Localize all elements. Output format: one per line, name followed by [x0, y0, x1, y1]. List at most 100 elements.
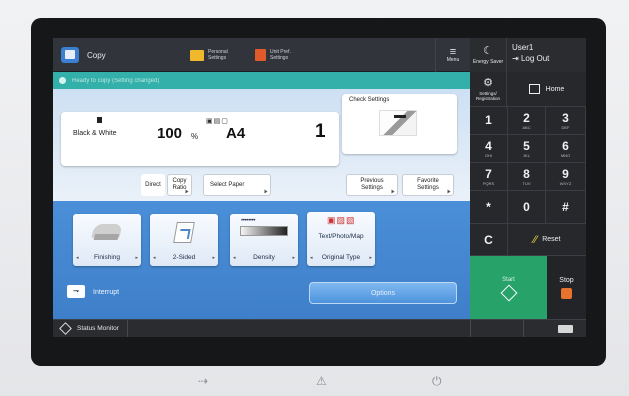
key-letters: ABC	[522, 124, 531, 130]
reset-button[interactable]: ⁄⁄ Reset	[508, 224, 586, 256]
copy-ratio-label-1: Copy	[172, 178, 187, 184]
select-paper-button[interactable]: Select Paper	[203, 174, 271, 196]
home-button[interactable]: Home	[507, 72, 586, 107]
power-icon[interactable]: ⏻	[432, 374, 442, 389]
interrupt-icon[interactable]: ⇁	[67, 285, 85, 298]
top-bar: Copy Personal Settings Unit Pref. Settin…	[53, 38, 470, 72]
key-letters: MNO	[560, 152, 571, 158]
paper-size: A4	[226, 125, 246, 142]
settings-registration-button[interactable]: ⚙ Settings/ Registration	[470, 72, 507, 107]
key-star[interactable]: *	[470, 191, 508, 224]
key-3[interactable]: 3 DEF	[546, 107, 586, 135]
original-type-caption: Text/Photo/Map	[318, 233, 364, 240]
start-icon	[500, 284, 517, 301]
unit-settings-button[interactable]: Unit Pref. Settings	[255, 38, 291, 72]
login-arrow-icon[interactable]: ⇢	[198, 374, 208, 388]
two-sided-label: 2-Sided	[172, 254, 196, 261]
key-4[interactable]: 4 GHI	[470, 135, 508, 163]
key-0[interactable]: 0	[508, 191, 546, 224]
key-digit: 1	[485, 113, 492, 127]
key-1[interactable]: 1	[470, 107, 508, 135]
favorite-settings-label-1: Favorite	[417, 178, 439, 184]
key-digit: 4	[485, 138, 492, 153]
copy-settings-area: Black & White 100 % ▣▤▢ A4 1 Check Setti…	[53, 89, 470, 201]
key-digit: 9	[562, 166, 569, 181]
gear-icon: ⚙	[483, 76, 493, 89]
key-9[interactable]: 9 WXYZ	[546, 163, 586, 191]
copy-ratio-button[interactable]: Copy Ratio	[167, 174, 192, 196]
key-letters: DEF	[561, 124, 570, 130]
black-white-icon	[97, 117, 102, 123]
logout-icon: ⇥	[512, 54, 521, 63]
start-button[interactable]: Start	[470, 256, 547, 319]
preview-thumbnail-icon	[379, 110, 417, 136]
status-divider	[470, 320, 471, 337]
favorite-settings-button[interactable]: Favorite Settings	[402, 174, 454, 196]
copy-ratio-unit: %	[191, 132, 199, 141]
copy-icon	[61, 47, 79, 63]
density-button[interactable]: ◂ Density ▸	[230, 214, 298, 266]
two-sided-button[interactable]: ◂ 2-Sided ▸	[150, 214, 218, 266]
finishing-icon	[91, 224, 123, 238]
basic-settings-card[interactable]	[61, 112, 339, 166]
finishing-label: Finishing	[93, 254, 120, 261]
status-monitor-icon	[59, 322, 72, 335]
personal-settings-label-2: Settings	[208, 55, 227, 61]
menu-label: Menu	[446, 57, 460, 63]
select-paper-label: Select Paper	[210, 181, 245, 188]
status-message: Ready to copy (Setting changed)	[72, 77, 160, 84]
status-strip: Ready to copy (Setting changed)	[53, 72, 470, 89]
keyboard-icon[interactable]	[558, 325, 573, 333]
copy-app-button[interactable]: Copy	[61, 38, 106, 72]
start-label: Start	[502, 276, 515, 283]
key-5[interactable]: 5 JKL	[508, 135, 546, 163]
options-label: Options	[370, 289, 396, 297]
menu-button[interactable]: ≡ Menu	[435, 38, 470, 72]
key-digit: *	[486, 200, 491, 214]
home-label: Home	[545, 85, 565, 93]
touch-screen: Copy Personal Settings Unit Pref. Settin…	[53, 38, 586, 337]
key-clear[interactable]: C	[470, 224, 508, 256]
key-digit: 5	[523, 138, 530, 153]
key-letters: PQRS	[482, 180, 495, 186]
top-right-area: ☾ Energy Saver User1 ⇥ Log Out	[470, 38, 586, 72]
finishing-button[interactable]: ◂ Finishing ▸	[73, 214, 141, 266]
check-settings-label: Check Settings	[349, 97, 390, 103]
copy-app-label: Copy	[87, 50, 106, 60]
interrupt-label: Interrupt	[93, 289, 120, 296]
density-icon	[240, 218, 288, 236]
status-dot-icon	[59, 77, 66, 84]
moon-icon: ☾	[483, 44, 493, 57]
previous-settings-label-1: Previous	[360, 178, 384, 184]
key-digit: 0	[523, 200, 530, 214]
favorite-settings-label-2: Settings	[417, 185, 439, 191]
status-divider	[523, 320, 524, 337]
energy-saver-button[interactable]: ☾ Energy Saver	[470, 38, 507, 72]
original-type-button[interactable]: ▣▨▧ Text/Photo/Map ◂ Original Type ▸	[307, 212, 375, 266]
key-8[interactable]: 8 TUV	[508, 163, 546, 191]
key-digit: 3	[562, 110, 569, 125]
key-digit: 6	[562, 138, 569, 153]
key-letters: GHI	[484, 152, 493, 158]
personal-settings-button[interactable]: Personal Settings	[190, 38, 228, 72]
user-name: User1	[512, 43, 534, 52]
copy-ratio-label-2: Ratio	[172, 185, 187, 191]
key-digit: 7	[485, 166, 492, 181]
key-letters: WXYZ	[559, 180, 572, 186]
options-button[interactable]: Options	[309, 282, 457, 304]
reset-label: Reset	[542, 236, 561, 243]
hamburger-icon: ≡	[449, 46, 457, 58]
user-area: User1 ⇥ Log Out	[512, 42, 549, 64]
key-7[interactable]: 7 PQRS	[470, 163, 508, 191]
previous-settings-button[interactable]: Previous Settings	[346, 174, 398, 196]
key-2[interactable]: 2 ABC	[508, 107, 546, 135]
direct-button[interactable]: Direct	[141, 174, 165, 196]
personal-settings-icon	[190, 49, 204, 61]
status-monitor-button[interactable]: Status Monitor	[53, 319, 128, 337]
copy-quantity: 1	[315, 121, 326, 142]
unit-settings-icon	[255, 49, 266, 61]
logout-button[interactable]: ⇥ Log Out	[512, 53, 549, 64]
key-6[interactable]: 6 MNO	[546, 135, 586, 163]
key-hash[interactable]: #	[546, 191, 586, 224]
stop-button[interactable]: Stop	[547, 256, 586, 319]
